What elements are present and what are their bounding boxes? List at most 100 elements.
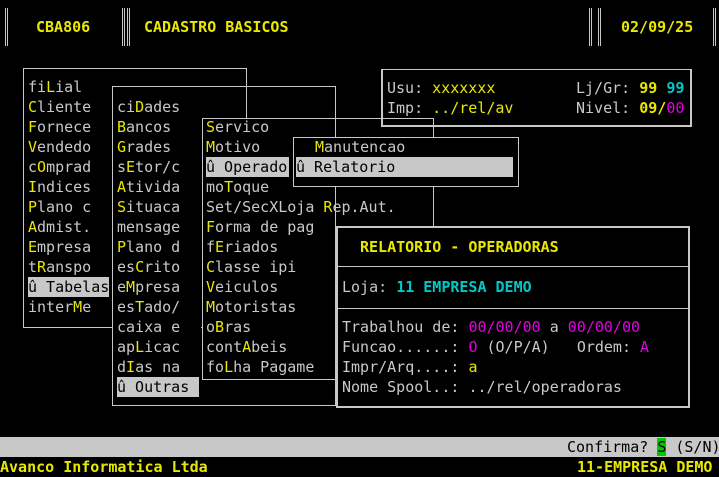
- submenu-tabelas-item[interactable]: Grades: [117, 137, 171, 157]
- submenu-outras-item[interactable]: Forma de pag: [206, 217, 314, 237]
- menu-item-hotkey: L: [46, 78, 56, 96]
- menu-item-text: e: [82, 298, 92, 316]
- menu-principal-item[interactable]: Cliente: [28, 97, 91, 117]
- menu-item-text: as na: [135, 358, 181, 376]
- submenu-tabelas-item[interactable]: û Outras: [117, 377, 189, 397]
- submenu-outras-item[interactable]: moToque: [206, 177, 269, 197]
- menu-item-text: o: [206, 318, 216, 336]
- menu-item-text: mpresa: [37, 238, 92, 256]
- spool-field[interactable]: ../rel/operadoras: [468, 378, 622, 396]
- submenu-operadores-item[interactable]: Manutencao: [315, 137, 405, 157]
- submenu-tabelas-item[interactable]: esTado/: [117, 297, 180, 317]
- submenu-outras-item[interactable]: Classe ipi: [206, 257, 296, 277]
- submenu-tabelas-item[interactable]: apLicac: [117, 337, 180, 357]
- submenu-outras-item[interactable]: Servico: [206, 117, 269, 137]
- menu-item-text: ades: [144, 98, 181, 116]
- submenu-outras-item[interactable]: fEriados: [206, 237, 278, 257]
- submenu-outras-item[interactable]: oBras: [206, 317, 251, 337]
- dialog-title: RELATORIO - OPERADORAS: [360, 238, 559, 256]
- menu-item-text: s: [117, 158, 127, 176]
- dialog-divider-1: [337, 266, 688, 267]
- menu-item-text: otoristas: [215, 298, 297, 316]
- menu-item-hotkey: G: [117, 138, 127, 156]
- menu-item-hotkey: A: [117, 178, 127, 196]
- menu-principal-item[interactable]: interMe: [28, 297, 91, 317]
- program-title: CADASTRO BASICOS: [144, 18, 289, 36]
- submenu-tabelas-item[interactable]: caixa e: [117, 317, 180, 337]
- submenu-tabelas-item[interactable]: Situaca: [117, 197, 180, 217]
- submenu-tabelas-item[interactable]: Plano d: [117, 237, 180, 257]
- submenu-tabelas-item[interactable]: mensage: [117, 217, 180, 237]
- impr-label: Impr/Arq....:: [342, 358, 460, 376]
- submenu-tabelas-item[interactable]: dIas na: [117, 357, 180, 377]
- menu-item-text: beis: [251, 338, 288, 356]
- menu-principal-item[interactable]: Indices: [28, 177, 91, 197]
- submenu-operadores-item[interactable]: û Relatorio: [296, 157, 395, 177]
- menu-item-text: t: [28, 258, 38, 276]
- menu-item-text: liente: [37, 98, 92, 116]
- menu-principal-item[interactable]: Fornece: [28, 117, 91, 137]
- submenu-outras-item[interactable]: Set/SecXLoja Rep.Aut.: [206, 197, 396, 217]
- ordem-field[interactable]: A: [640, 338, 649, 356]
- menu-item-text: rito: [144, 258, 181, 276]
- menu-principal-item[interactable]: tRanspo: [28, 257, 91, 277]
- menu-principal-item[interactable]: fiLial: [28, 77, 82, 97]
- menu-item-text: inter: [28, 298, 74, 316]
- menu-principal-item[interactable]: Plano c: [28, 197, 91, 217]
- submenu-outras-item[interactable]: Motoristas: [206, 297, 296, 317]
- submenu-outras-item[interactable]: contAbeis: [206, 337, 287, 357]
- submenu-tabelas-item[interactable]: Bancos: [117, 117, 171, 137]
- menu-item-hotkey: R: [37, 258, 47, 276]
- menu-item-hotkey: I: [28, 178, 38, 196]
- menu-item-text: û Outras: [117, 378, 190, 396]
- menu-item-text: ep.Aut.: [332, 198, 396, 216]
- confirm-field[interactable]: S: [657, 438, 667, 456]
- menu-item-text: ituaca: [126, 198, 181, 216]
- submenu-outras-item[interactable]: û Operado: [206, 157, 287, 177]
- menu-item-hotkey: M: [206, 138, 216, 156]
- menu-item-text: dmist.: [37, 218, 92, 236]
- funcao-options: (O/P/A): [486, 338, 550, 356]
- submenu-tabelas-item[interactable]: Ativida: [117, 177, 180, 197]
- ljgr-value-1: 99: [639, 79, 658, 97]
- menu-item-text: ci: [117, 98, 136, 116]
- funcao-label: Funcao......:: [342, 338, 460, 356]
- loja-value: 11 EMPRESA DEMO: [396, 278, 532, 296]
- menu-item-text: ial: [55, 78, 83, 96]
- menu-item-hotkey: C: [135, 258, 145, 276]
- funcao-field[interactable]: O: [468, 338, 477, 356]
- terminal-screen: { "header": { "program_code": "CBA806", …: [0, 0, 719, 477]
- menu-item-text: anspo: [46, 258, 92, 276]
- menu-item-text: oque: [233, 178, 270, 196]
- submenu-tabelas-item[interactable]: sEtor/c: [117, 157, 180, 177]
- menu-item-text: d: [117, 358, 127, 376]
- menu-principal-item[interactable]: Admist.: [28, 217, 91, 237]
- menu-item-hotkey: D: [135, 98, 145, 116]
- submenu-tabelas-item[interactable]: esCrito: [117, 257, 180, 277]
- menu-item-hotkey: T: [135, 298, 145, 316]
- menu-item-text: orma de pag: [215, 218, 315, 236]
- ordem-label: Ordem:: [576, 338, 631, 356]
- trabalhou-to-field[interactable]: 00/00/00: [568, 318, 640, 336]
- spool-label: Nome Spool..:: [342, 378, 460, 396]
- submenu-outras-item[interactable]: Veiculos: [206, 277, 278, 297]
- confirm-options: (S/N): [675, 438, 719, 456]
- submenu-tabelas-item[interactable]: ciDades: [117, 97, 180, 117]
- menu-item-hotkey: M: [315, 138, 325, 156]
- program-code: CBA806: [36, 18, 91, 36]
- menu-item-hotkey: M: [126, 278, 136, 296]
- menu-principal-item[interactable]: Empresa: [28, 237, 91, 257]
- menu-principal-item[interactable]: Vendedo: [28, 137, 91, 157]
- submenu-tabelas-item[interactable]: eMpresa: [117, 277, 180, 297]
- menu-item-hotkey: C: [28, 98, 38, 116]
- trabalhou-from-field[interactable]: 00/00/00: [468, 318, 540, 336]
- submenu-outras-item[interactable]: foLha Pagame: [206, 357, 314, 377]
- menu-item-text: lasse ipi: [215, 258, 297, 276]
- impr-field[interactable]: a: [468, 358, 477, 376]
- menu-principal-item[interactable]: û Tabelas: [28, 277, 109, 297]
- menu-principal-item[interactable]: cOmprad: [28, 157, 91, 177]
- menu-item-text: riados: [224, 238, 279, 256]
- session-nivel: Nivel: 09/00: [576, 98, 684, 118]
- funcao-row: Funcao......: O (O/P/A) Ordem: A: [342, 337, 649, 357]
- submenu-outras-item[interactable]: Motivo: [206, 137, 260, 157]
